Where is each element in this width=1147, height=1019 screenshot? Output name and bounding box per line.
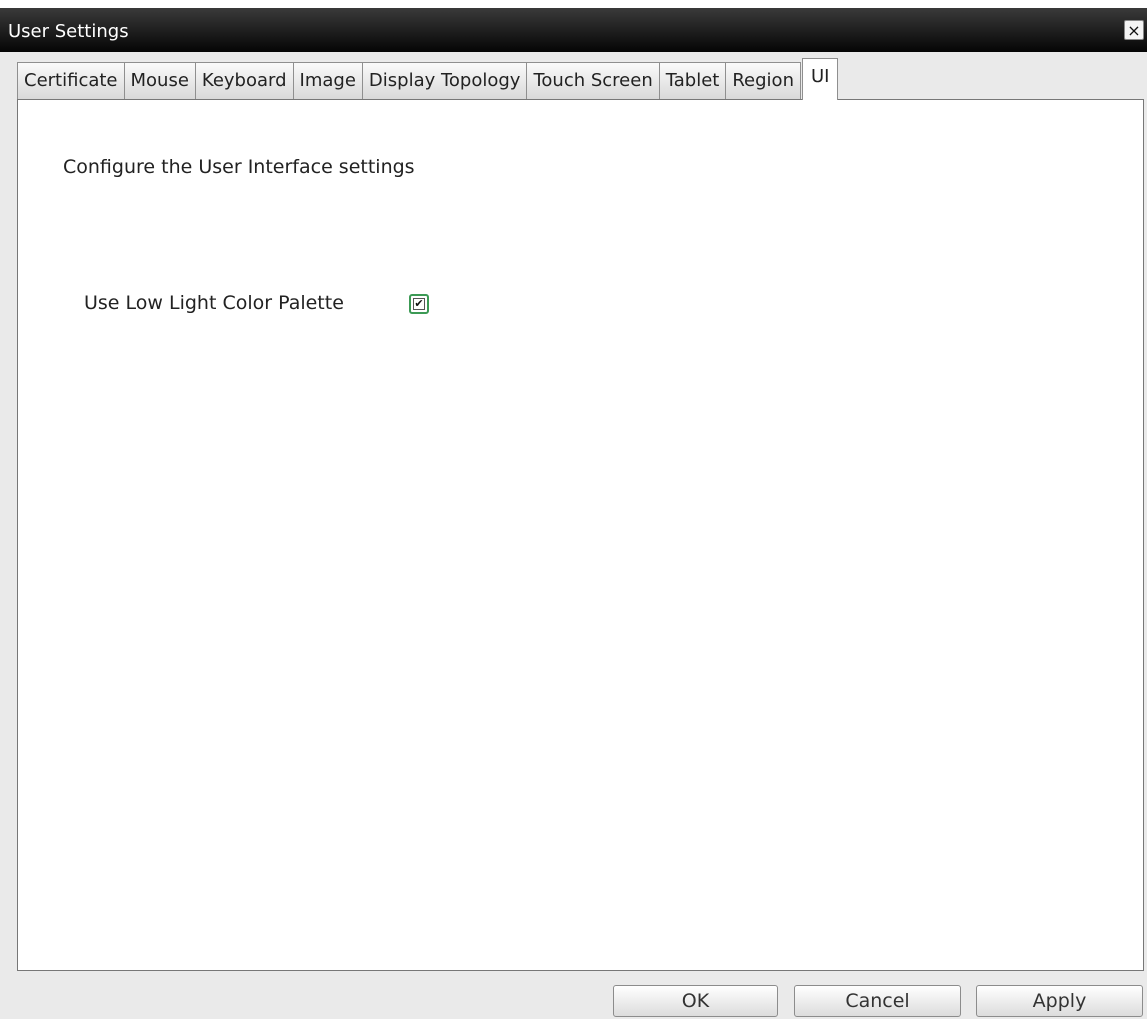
- tab-image[interactable]: Image: [292, 62, 363, 100]
- tab-certificate[interactable]: Certificate: [17, 62, 125, 100]
- tab-display-topology[interactable]: Display Topology: [361, 62, 528, 100]
- low-light-palette-label: Use Low Light Color Palette: [84, 292, 344, 314]
- title-bar: User Settings ×: [0, 8, 1147, 52]
- apply-button[interactable]: Apply: [976, 985, 1143, 1017]
- tab-keyboard[interactable]: Keyboard: [194, 62, 294, 100]
- tab-mouse[interactable]: Mouse: [123, 62, 196, 100]
- low-light-palette-checkbox[interactable]: ✔: [409, 294, 429, 314]
- close-button[interactable]: ×: [1124, 20, 1144, 40]
- tab-bar: Certificate Mouse Keyboard Image Display…: [17, 58, 839, 100]
- ok-button[interactable]: OK: [613, 985, 778, 1017]
- window-title: User Settings: [8, 21, 129, 42]
- checkmark-icon: ✔: [413, 297, 425, 310]
- cancel-button[interactable]: Cancel: [794, 985, 961, 1017]
- tab-touch-screen[interactable]: Touch Screen: [526, 62, 660, 100]
- close-icon: ×: [1127, 21, 1141, 40]
- panel-description: Configure the User Interface settings: [63, 156, 415, 178]
- tab-region[interactable]: Region: [725, 62, 801, 100]
- tab-tablet[interactable]: Tablet: [658, 62, 727, 100]
- user-settings-window: User Settings × Certificate Mouse Keyboa…: [0, 8, 1147, 1019]
- tab-ui[interactable]: UI: [801, 58, 839, 100]
- ui-settings-panel: Configure the User Interface settings Us…: [17, 99, 1144, 971]
